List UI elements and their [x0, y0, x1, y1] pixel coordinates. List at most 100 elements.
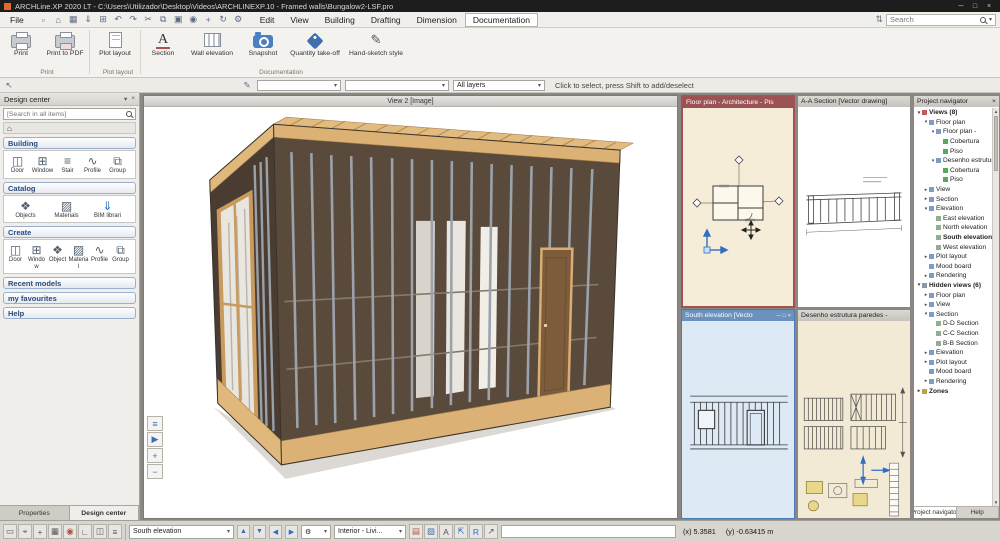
zoom-in-button[interactable]: + [147, 448, 163, 463]
search-icon[interactable] [126, 111, 132, 117]
tree-item[interactable]: Mood board [914, 367, 992, 377]
close-icon[interactable]: × [992, 98, 996, 105]
design-center-search[interactable] [3, 108, 136, 120]
tree-item[interactable]: ▸ Section [914, 194, 992, 204]
close-button[interactable]: × [982, 3, 996, 10]
quantity-takeoff-button[interactable]: Quantity take-off [286, 30, 344, 57]
tree-item[interactable]: ▾ Desenho estrutura [914, 156, 992, 166]
refresh-icon[interactable]: ↻ [216, 14, 231, 25]
search-dropdown-icon[interactable]: ▾ [989, 16, 992, 23]
snap-icon[interactable]: ◉ [63, 524, 77, 539]
floor-plan-window-title[interactable]: Floor plan - Architecture - Pis [683, 97, 793, 108]
door-tool[interactable]: ◫ Door [5, 154, 30, 175]
active-view-combo[interactable]: South elevation ▾ [129, 525, 234, 539]
menu-item[interactable]: Drafting [363, 13, 409, 27]
section-my-favourites[interactable]: my favourites [3, 292, 136, 304]
plot-layout-button[interactable]: Plot layout [91, 30, 139, 57]
panel-minimize-icon[interactable]: ─ [777, 313, 781, 319]
materials-item[interactable]: ▨ Materials [46, 199, 87, 220]
tree-item[interactable]: ▸ Plot layout [914, 252, 992, 262]
section-window[interactable]: A-A Section [Vector drawing] [797, 95, 911, 308]
create-material[interactable]: ▨ Material [68, 243, 89, 270]
menu-file[interactable]: File [4, 15, 30, 25]
section-catalog[interactable]: Catalog [3, 182, 136, 194]
tree-item[interactable]: ▸ View [914, 185, 992, 195]
ucs-icon[interactable]: ⌖ [18, 524, 32, 539]
menu-item[interactable]: Building [317, 13, 363, 27]
pan-icon[interactable]: + [201, 15, 216, 25]
tree-item[interactable]: South elevation [914, 233, 992, 243]
section-create[interactable]: Create [3, 226, 136, 238]
move-mode-icon[interactable]: + [33, 524, 47, 539]
tree-item[interactable]: East elevation [914, 214, 992, 224]
maximize-button[interactable]: □ [968, 3, 982, 10]
create-object[interactable]: ❖ Object [47, 243, 68, 270]
back-icon[interactable]: ↖ [3, 80, 15, 91]
section-help[interactable]: Help [3, 307, 136, 319]
group-tool[interactable]: ⧉ Group [105, 154, 130, 175]
stair-tool[interactable]: ≡ Stair [55, 154, 80, 175]
copy-icon[interactable]: ⧉ [156, 14, 171, 25]
ortho-icon[interactable]: ∟ [78, 524, 92, 539]
print-icon[interactable]: ⊞ [96, 14, 111, 25]
layers-icon[interactable]: ◫ [93, 524, 107, 539]
redo-icon[interactable]: ↷ [126, 14, 141, 25]
tree-item[interactable]: ▾ Section [914, 309, 992, 319]
create-door[interactable]: ◫ Door [5, 243, 26, 270]
print-button[interactable]: Print [0, 30, 42, 57]
tree-item[interactable]: ▾ Views (8) [914, 108, 992, 118]
import-icon[interactable]: ⇓ [81, 14, 96, 25]
pin-icon[interactable]: ▾ [124, 95, 127, 103]
tree-item[interactable]: ▸ Elevation [914, 348, 992, 358]
menu-item[interactable]: Edit [252, 13, 283, 27]
new-file-icon[interactable]: ▫ [36, 15, 51, 25]
tree-item[interactable]: Piso [914, 175, 992, 185]
tree-item[interactable]: Cobertura [914, 166, 992, 176]
tree-item[interactable]: ▸ Plot layout [914, 357, 992, 367]
section-recent-models[interactable]: Recent models [3, 277, 136, 289]
south-elevation-window-title[interactable]: South elevation [Vecto ─ □ × [682, 310, 794, 321]
scroll-down-icon[interactable]: ▼ [993, 499, 999, 506]
design-center-header[interactable]: Design center ▾ × [0, 93, 139, 106]
wall-elevation-button[interactable]: Wall elevation [184, 30, 240, 57]
reference-icon[interactable]: R [469, 524, 483, 539]
text-style-icon[interactable]: A [439, 524, 453, 539]
pencil-icon[interactable]: ✎ [241, 80, 253, 91]
tree-item[interactable]: B-B Section [914, 338, 992, 348]
sidebar-tab[interactable]: Properties [0, 506, 70, 520]
section-building[interactable]: Building [3, 137, 136, 149]
viewport-3d[interactable]: View 2 [Image] [143, 95, 678, 519]
search-box[interactable]: ▾ [886, 14, 996, 26]
print-to-pdf-button[interactable]: Print to PDF [42, 30, 88, 57]
profile-tool[interactable]: ∿ Profile [80, 154, 105, 175]
navigator-tab[interactable]: Project navigator [914, 507, 957, 518]
paint-icon[interactable]: ▨ [424, 524, 438, 539]
tree-item[interactable]: ▸ Rendering [914, 271, 992, 281]
axis-icon[interactable]: ⇱ [454, 524, 468, 539]
play-button[interactable]: ▶ [147, 432, 163, 447]
tree-item[interactable]: Mood board [914, 262, 992, 272]
home-row[interactable]: ⌂ [3, 122, 136, 134]
prev-view-button[interactable]: ▲ [237, 525, 250, 539]
interior-style-combo[interactable]: Interior - Livi... ▾ [334, 525, 406, 539]
next-view-button[interactable]: ▼ [253, 525, 266, 539]
cut-icon[interactable]: ✂ [141, 14, 156, 25]
minimize-button[interactable]: ─ [954, 3, 968, 10]
snapshot-button[interactable]: Snapshot [240, 30, 286, 57]
home-icon[interactable]: ⌂ [7, 124, 12, 133]
tree-item[interactable]: ▸ Zones [914, 386, 992, 396]
tree-item[interactable]: C-C Section [914, 329, 992, 339]
close-icon[interactable]: × [131, 95, 135, 103]
tree-item[interactable]: ▸ Rendering [914, 377, 992, 387]
scrollbar-thumb[interactable] [994, 116, 998, 171]
panel-maximize-icon[interactable]: □ [782, 313, 785, 319]
navigator-scrollbar[interactable]: ▲ ▼ [992, 108, 999, 506]
project-navigator-header[interactable]: Project navigator × [914, 96, 999, 107]
grid-icon[interactable]: ▦ [48, 524, 62, 539]
window-list-icon[interactable]: ⇅ [875, 14, 883, 25]
style-combo[interactable]: ▾ [257, 80, 341, 91]
create-profile[interactable]: ∿ Profile [89, 243, 110, 270]
tool-options-combo[interactable]: ⚙ ▾ [301, 525, 331, 539]
tree-item[interactable]: ▾ Floor plan - [914, 127, 992, 137]
menu-item[interactable]: Documentation [465, 13, 538, 27]
